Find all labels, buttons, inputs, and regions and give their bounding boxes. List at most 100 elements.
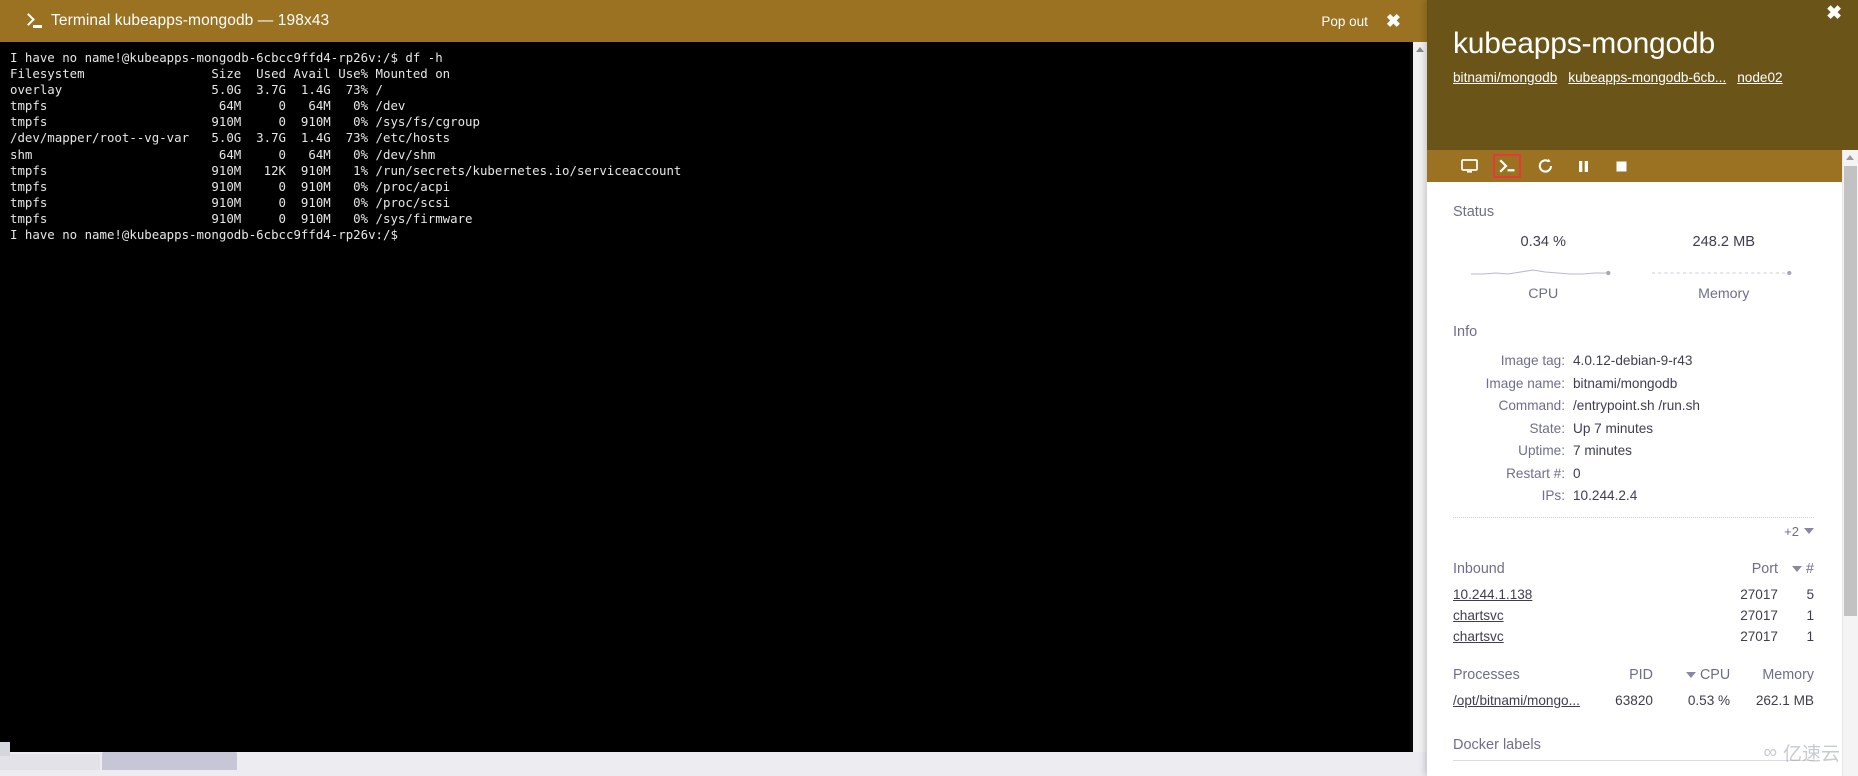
panel-link-node[interactable]: node02 [1737,70,1782,85]
scroll-up-arrow-icon[interactable] [1413,42,1427,56]
panel-link-pod[interactable]: kubeapps-mongodb-6cb... [1568,70,1726,85]
toolbar-pause-button[interactable] [1569,154,1597,178]
bottom-tab-inactive[interactable] [0,754,100,770]
info-row: Image name: bitnami/mongodb [1453,373,1814,396]
info-key: State: [1529,420,1565,436]
panel-header: ✖ kubeapps-mongodb bitnami/mongodb kubea… [1427,0,1858,150]
info-row: Command: /entrypoint.sh /run.sh [1453,395,1814,418]
panel-link-image[interactable]: bitnami/mongodb [1453,70,1557,85]
table-row[interactable]: chartsvc 27017 1 [1453,605,1814,626]
column-header-memory[interactable]: Memory [1730,667,1814,690]
sort-descending-icon [1792,565,1803,572]
column-header-cpu[interactable]: CPU [1653,667,1730,690]
docker-labels-divider [1453,759,1814,761]
terminal-titlebar: Terminal kubeapps-mongodb — 198x43 Pop o… [0,0,1427,42]
terminal-scrollbar[interactable] [1410,42,1427,752]
process-cpu: 0.53 % [1687,692,1731,708]
panel-toolbar [1427,150,1858,182]
column-header-processes[interactable]: Processes [1453,667,1580,690]
column-header-port-label: Port [1751,560,1778,577]
metric-cpu-label: CPU [1528,286,1559,302]
monitor-icon [1460,158,1478,174]
panel-scrollbar[interactable] [1842,150,1858,776]
info-more-bar: +2 [1453,516,1814,541]
memory-sparkline-icon [1651,258,1797,284]
toolbar-terminal-button[interactable] [1493,154,1521,178]
column-header-pid[interactable]: PID [1580,667,1653,690]
page-title: kubeapps-mongodb [1453,27,1715,60]
cpu-sparkline-icon [1471,258,1616,284]
inbound-source[interactable]: 10.244.1.138 [1453,584,1700,605]
info-key: Image tag: [1500,353,1565,368]
column-header-port[interactable]: Port [1700,561,1778,584]
close-icon[interactable]: ✖ [1384,12,1403,30]
column-header-pid-label: PID [1629,666,1653,683]
inbound-source-link[interactable]: chartsvc [1453,629,1504,644]
info-show-more-label: +2 [1784,523,1799,539]
pop-out-button[interactable]: Pop out [1321,14,1368,29]
info-value: bitnami/mongodb [1573,375,1678,391]
info-value: 4.0.12-debian-9-r43 [1573,353,1693,368]
inbound-port: 27017 [1740,586,1778,602]
info-value: Up 7 minutes [1573,420,1654,436]
column-header-count[interactable]: # [1778,561,1814,584]
info-row: IPs: 10.244.2.4 [1453,485,1814,508]
table-row[interactable]: 10.244.1.138 27017 5 [1453,584,1814,605]
info-value: 0 [1573,465,1581,481]
info-row: Uptime: 7 minutes [1453,440,1814,463]
info-row: State: Up 7 minutes [1453,418,1814,441]
terminal-icon [1498,158,1516,174]
info-rows: Image tag: 4.0.12-debian-9-r43 Image nam… [1453,350,1814,508]
terminal-titlebar-actions: Pop out ✖ [1321,12,1411,30]
info-row: Image tag: 4.0.12-debian-9-r43 [1453,350,1814,373]
sort-descending-icon [1685,671,1696,678]
toolbar-attach-button[interactable] [1455,154,1483,178]
bottom-strip [0,752,1427,776]
table-row[interactable]: /opt/bitnami/mongo... 63820 0.53 % 262.1… [1453,690,1814,711]
pause-icon [1576,159,1591,174]
table-header-row: Inbound Port # [1453,561,1814,584]
info-key: Restart #: [1506,465,1565,481]
chevron-down-icon [1804,528,1814,534]
table-header-row: Processes PID CPU Memory [1453,667,1814,690]
terminal-body[interactable]: I have no name!@kubeapps-mongodb-6cbcc9f… [0,42,1427,752]
terminal-scrollbar-track[interactable] [1413,42,1427,752]
info-key: Command: [1498,398,1565,413]
section-label-status: Status [1453,204,1495,220]
table-row[interactable]: chartsvc 27017 1 [1453,626,1814,647]
inbound-source[interactable]: chartsvc [1453,605,1700,626]
panel-scrollbar-thumb[interactable] [1844,166,1857,616]
info-show-more-button[interactable]: +2 [1784,524,1814,539]
process-command-link[interactable]: /opt/bitnami/mongo... [1453,693,1580,708]
process-memory: 262.1 MB [1755,692,1814,708]
info-value: 10.244.2.4 [1573,488,1638,503]
toolbar-stop-button[interactable] [1607,154,1635,178]
terminal-title-group: Terminal kubeapps-mongodb — 198x43 [16,12,1321,30]
info-value: 7 minutes [1573,443,1632,458]
inbound-source[interactable]: chartsvc [1453,626,1700,647]
process-pid: 63820 [1615,692,1653,708]
column-header-count-label: # [1806,560,1814,577]
processes-table: Processes PID CPU Memory /opt/bitnami/mo… [1453,667,1814,711]
toolbar-restart-button[interactable] [1531,154,1559,178]
inbound-source-link[interactable]: 10.244.1.138 [1453,587,1532,602]
inbound-count: 5 [1806,586,1814,602]
bottom-tab-active[interactable] [102,752,237,770]
terminal-screen[interactable]: I have no name!@kubeapps-mongodb-6cbcc9f… [0,42,1410,752]
scroll-up-arrow-icon[interactable] [1843,150,1858,164]
container-detail-panel: ✖ kubeapps-mongodb bitnami/mongodb kubea… [1427,0,1858,776]
terminal-output: I have no name!@kubeapps-mongodb-6cbcc9f… [10,50,682,243]
panel-content: Status 0.34 % CPU 248.2 MB Memory Info I… [1427,182,1858,776]
close-icon[interactable]: ✖ [1826,4,1842,23]
metric-cpu-value: 0.34 % [1520,234,1566,250]
inbound-count: 1 [1806,628,1814,644]
process-command[interactable]: /opt/bitnami/mongo... [1453,690,1580,711]
info-value: /entrypoint.sh /run.sh [1573,398,1700,413]
section-label-info: Info [1453,324,1478,340]
inbound-count: 1 [1806,607,1814,623]
column-header-inbound[interactable]: Inbound [1453,561,1700,584]
column-header-cpu-label: CPU [1699,666,1731,683]
panel-links: bitnami/mongodb kubeapps-mongodb-6cb... … [1453,70,1828,85]
inbound-source-link[interactable]: chartsvc [1453,608,1504,623]
column-header-memory-label: Memory [1762,666,1814,683]
